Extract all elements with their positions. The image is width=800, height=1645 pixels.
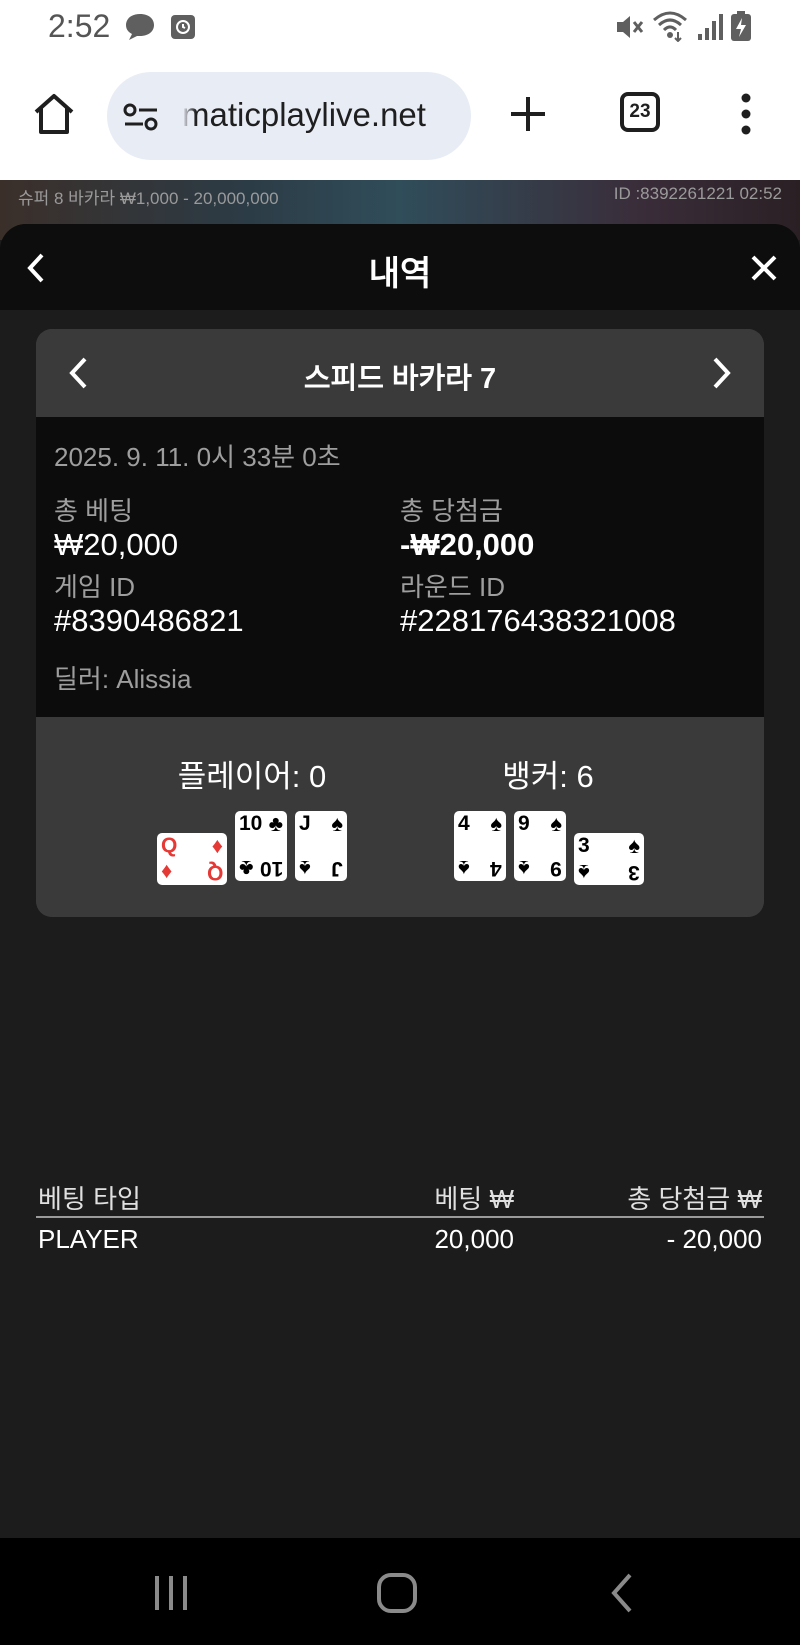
game-info-panel: 2025. 9. 11. 0시 33분 0초 총 베팅 ₩20,000 총 당첨… [36, 417, 764, 717]
col-header-bet-type: 베팅 타입 [38, 1184, 141, 1214]
total-win-label: 총 당첨금 [400, 496, 503, 526]
card-suit: ♠ [578, 860, 590, 885]
status-time: 2:52 [48, 8, 111, 44]
sheet-title: 내역 [368, 255, 432, 293]
next-game-icon[interactable] [710, 355, 734, 391]
game-id-value: #8390486821 [54, 603, 244, 638]
card-suit: ♦ [211, 833, 223, 858]
card-rank: 4 [458, 812, 470, 835]
dealer-name: 딜러: Alissia [54, 664, 192, 694]
address-bar[interactable]: maticplaylive.net [107, 72, 471, 160]
close-icon[interactable] [750, 254, 778, 282]
table-limits-text: 슈퍼 8 바카라 ₩1,000 - 20,000,000 [18, 189, 279, 208]
card-rank: J [299, 812, 311, 835]
card-rank: Q [206, 861, 223, 884]
home-button-icon[interactable] [376, 1572, 418, 1614]
signal-icon [698, 14, 723, 40]
playing-card: 10 ♣ 10 ♣ [235, 811, 287, 881]
game-nav-header: 스피드 바카라 7 [36, 329, 764, 417]
card-rank: Q [161, 834, 178, 857]
game-id-label: 게임 ID [54, 572, 136, 602]
mute-icon [617, 16, 644, 38]
col-header-total-win: 총 당첨금 ₩ [627, 1184, 762, 1214]
player-score: 플레이어: 0 [177, 759, 327, 794]
card-suit: ♠ [299, 856, 311, 881]
card-suit: ♠ [550, 811, 562, 836]
row-bet-amount: 20,000 [434, 1224, 514, 1254]
site-settings-icon[interactable] [123, 102, 159, 132]
back-button-icon[interactable] [608, 1572, 636, 1614]
total-bet-value: ₩20,000 [54, 527, 179, 562]
card-rank: 4 [490, 857, 502, 880]
card-rank: 3 [628, 861, 640, 884]
card-rank: J [331, 857, 343, 880]
banker-score: 뱅커: 6 [502, 759, 594, 794]
playing-card: 3 ♠ 3 ♠ [574, 833, 644, 885]
card-suit: ♣ [239, 856, 254, 881]
card-suit: ♠ [458, 856, 470, 881]
history-sheet: 내역 스피드 바카라 7 2025. 9. 11. 0시 33분 0초 총 베팅… [0, 224, 800, 1538]
card-suit: ♠ [628, 833, 640, 858]
playing-card: 9 ♠ 9 ♠ [514, 811, 566, 881]
browser-toolbar: maticplaylive.net 23 [0, 56, 800, 180]
card-rank: 10 [259, 857, 283, 880]
round-id-value: #228176438321008 [400, 603, 676, 638]
card-suit: ♦ [161, 860, 173, 885]
playing-card: 4 ♠ 4 ♠ [454, 811, 506, 881]
system-nav-bar [0, 1538, 800, 1645]
row-bet-type: PLAYER [38, 1224, 139, 1254]
home-icon[interactable] [32, 92, 76, 136]
new-tab-icon[interactable] [508, 94, 548, 134]
game-id-time-text: ID :8392261221 02:52 [613, 184, 782, 203]
card-rank: 3 [578, 834, 590, 857]
sheet-header: 내역 [0, 224, 800, 310]
more-options-icon[interactable] [736, 92, 756, 136]
row-total-win: - 20,000 [666, 1224, 762, 1254]
card-suit: ♠ [331, 811, 343, 836]
card-rank: 10 [239, 812, 263, 835]
round-id-label: 라운드 ID [400, 572, 505, 602]
url-text: maticplaylive.net [182, 96, 462, 134]
alarm-app-icon [171, 15, 195, 39]
game-datetime: 2025. 9. 11. 0시 33분 0초 [54, 442, 341, 472]
tab-switcher-button[interactable]: 23 [620, 92, 660, 132]
wifi-icon [653, 11, 687, 42]
card-rank: 9 [550, 857, 562, 880]
chat-bubble-icon [126, 14, 154, 40]
game-name: 스피드 바카라 7 [303, 363, 497, 395]
total-bet-label: 총 베팅 [54, 496, 133, 526]
card-rank: 9 [518, 812, 530, 835]
col-header-bet-amount: 베팅 ₩ [434, 1184, 514, 1214]
game-detail-card: 스피드 바카라 7 2025. 9. 11. 0시 33분 0초 총 베팅 ₩2… [36, 329, 764, 917]
round-result-panel: 플레이어: 0 뱅커: 6 Q ♦ Q ♦ 10 ♣ 10 ♣ J ♠ J ♠ 4 ♠ 4 ♠ 9 ♠ 9 ♠ 3 ♠ 3… [36, 717, 764, 917]
playing-card: Q ♦ Q ♦ [157, 833, 227, 885]
recent-apps-icon[interactable] [152, 1574, 192, 1612]
total-win-value: -₩20,000 [400, 527, 535, 562]
card-suit: ♠ [518, 856, 530, 881]
status-bar: 2:52 [0, 0, 800, 56]
table-divider [36, 1216, 764, 1218]
card-suit: ♣ [268, 811, 283, 836]
playing-card: J ♠ J ♠ [295, 811, 347, 881]
battery-charging-icon [731, 11, 751, 41]
card-suit: ♠ [490, 811, 502, 836]
